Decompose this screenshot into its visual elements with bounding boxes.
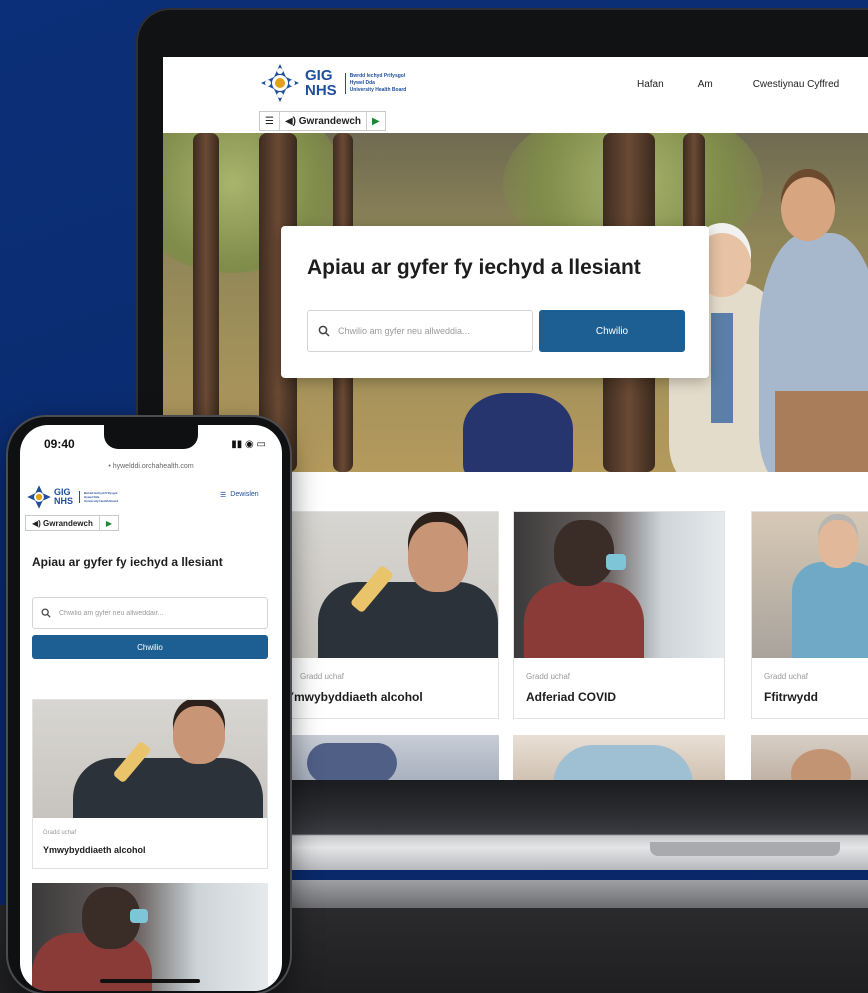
site-header: GIG NHS Bwrdd Iechyd Prifysgol Hywel Dda… [163, 57, 868, 131]
card-image [33, 700, 267, 818]
scarf [711, 313, 733, 423]
app-card-alcohol[interactable]: Gradd uchaf Ymwybyddiaeth alcohol [32, 699, 268, 869]
laptop-hinge [650, 842, 840, 856]
app-card-row2-image[interactable] [751, 735, 868, 780]
card-image [752, 512, 868, 658]
menu-label: Dewislen [230, 491, 259, 498]
logo-line-3: University Health Board [349, 86, 407, 93]
logo-nhs-text: NHS [54, 496, 74, 506]
status-time: 09:40 [44, 437, 75, 451]
card-title: Ymwybyddiaeth alcohol [43, 845, 146, 855]
person-body [318, 582, 498, 658]
menu-icon[interactable]: ☰ [260, 112, 280, 130]
accessibility-toolbar: ☰ ◀) Gwrandewch ▶ [259, 111, 386, 131]
card-meta: Gradd uchaf [300, 672, 345, 681]
person-head [554, 520, 614, 586]
search-placeholder: Chwilio am gyfer neu allweddia... [338, 326, 470, 336]
person-head [408, 522, 468, 592]
play-icon[interactable]: ▶ [100, 516, 118, 530]
hero-title: Apiau ar gyfer fy iechyd a llesiant [307, 256, 641, 279]
logo-line-2: Hywel Dda [349, 79, 375, 86]
card-meta: Gradd uchaf [43, 830, 77, 836]
logo-line-3: University Health Board [84, 499, 119, 503]
speaker-icon: ◀) [32, 518, 44, 528]
search-input[interactable]: Chwilio am gyfer neu allweddia... [307, 310, 533, 352]
nav-item-home[interactable]: Hafan [637, 79, 664, 90]
page-title: Apiau ar gyfer fy iechyd a llesiant [32, 555, 223, 569]
phone-screen: 09:40 ▮▮ ◉ ▭ • hywelddi.orchahealth.com … [20, 425, 282, 991]
listen-label: Gwrandewch [43, 518, 93, 528]
menu-button[interactable]: ☰ Dewislen [220, 491, 259, 499]
search-placeholder: Chwilio am gyfer neu allweddair... [59, 609, 164, 617]
home-indicator [100, 979, 200, 983]
laptop-lip [282, 880, 868, 908]
search-icon [318, 325, 330, 337]
play-icon[interactable]: ▶ [367, 112, 385, 130]
search-button[interactable]: Chwilio [539, 310, 685, 352]
nav-item-about[interactable]: Am [698, 79, 713, 90]
card-title: Ymwybyddiaeth alcohol [286, 690, 423, 704]
person-body [73, 758, 263, 818]
logo-board-name: Bwrdd Iechyd Prifysgol Hywel Dda Univers… [344, 72, 407, 94]
card-meta: Gradd uchaf [526, 672, 571, 681]
search-input[interactable]: Chwilio am gyfer neu allweddair... [32, 597, 268, 629]
logo-gig-text: GIG [305, 67, 333, 84]
card-image [514, 512, 724, 658]
site-logo[interactable]: GIG NHS Bwrdd Iechyd Prifysgol Hywel Dda… [26, 484, 118, 510]
card-title: Adferiad COVID [526, 690, 617, 704]
card-title: Ffitrwydd [764, 690, 818, 704]
listen-button[interactable]: ◀) Gwrandewch [280, 112, 368, 130]
app-card-covid[interactable]: Gradd uchaf Adferiad COVID [513, 511, 725, 719]
listen-button[interactable]: ◀) Gwrandewch [26, 516, 100, 530]
person-head [173, 706, 225, 764]
card-meta: Gradd uchaf [764, 672, 809, 681]
person-head [818, 520, 858, 568]
accessibility-toolbar: ◀) Gwrandewch ▶ [25, 515, 119, 531]
child-figure [463, 393, 573, 472]
nav-item-faq[interactable]: Cwestiynau Cyffred [753, 79, 840, 90]
logo-nhs-text: NHS [305, 82, 337, 99]
app-card-row2-image[interactable] [513, 735, 725, 780]
listen-label: Gwrandewch [298, 115, 362, 127]
search-icon [41, 608, 51, 618]
search-button[interactable]: Chwilio [32, 635, 268, 659]
person-body [524, 582, 644, 658]
app-card-fitness[interactable]: Gradd uchaf Ffitrwydd [751, 511, 868, 719]
face-mask [606, 554, 626, 570]
person-figure [791, 749, 851, 780]
man-head [781, 177, 835, 241]
person-body [792, 562, 868, 658]
nhs-logo-icon [27, 485, 51, 509]
site-logo[interactable]: GIG NHS Bwrdd Iechyd Prifysgol Hywel Dda… [259, 62, 406, 104]
card-image [288, 512, 498, 658]
search-card: Apiau ar gyfer fy iechyd a llesiant Chwi… [281, 226, 709, 378]
status-icons: ▮▮ ◉ ▭ [231, 439, 266, 450]
speaker-icon: ◀) [284, 115, 299, 127]
laptop-base [282, 780, 868, 870]
status-bar: 09:40 ▮▮ ◉ ▭ [44, 437, 266, 451]
app-card-alcohol[interactable]: Gradd uchaf Ymwybyddiaeth alcohol [286, 511, 499, 719]
app-card-row2-image[interactable] [287, 735, 499, 780]
face-mask [130, 909, 148, 923]
person-figure [307, 743, 397, 780]
url-bar[interactable]: • hywelddi.orchahealth.com [20, 463, 282, 470]
main-nav: Hafan Am Cwestiynau Cyffred [637, 79, 839, 90]
app-card-covid[interactable] [32, 883, 268, 991]
nhs-logo-icon [259, 62, 301, 104]
menu-icon: ☰ [220, 492, 227, 499]
logo-line-1: Bwrdd Iechyd Prifysgol [349, 72, 406, 79]
person-figure [553, 745, 693, 780]
man-trousers [775, 391, 868, 472]
logo-board-name: Bwrdd Iechyd Prifysgol Hywel Dda Univers… [79, 491, 118, 503]
